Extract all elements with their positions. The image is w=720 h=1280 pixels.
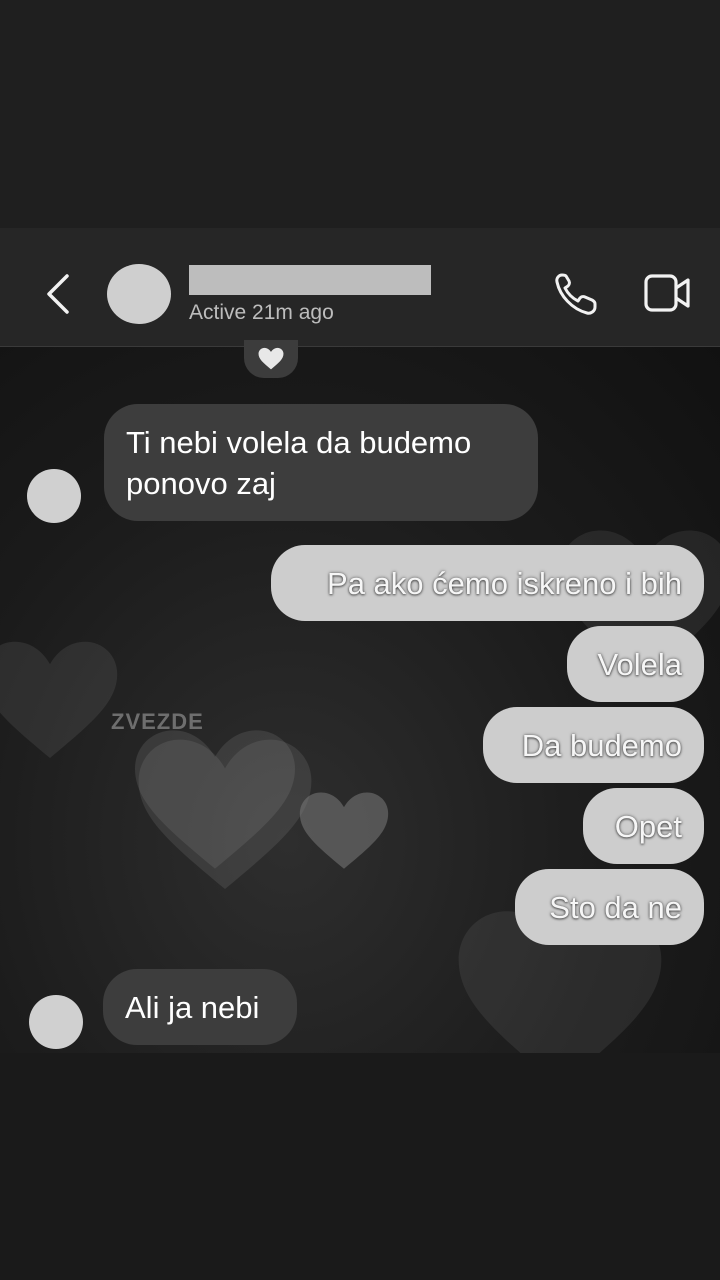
- message-text: Ti nebi volela da budemo ponovo zaj: [126, 424, 472, 501]
- message-text: Da budemo: [521, 727, 682, 763]
- message-sent[interactable]: Volela: [567, 626, 704, 702]
- background-heart-icon: [138, 739, 312, 889]
- message-text: Volela: [597, 646, 682, 682]
- message-text: Ali ja nebi: [125, 989, 260, 1025]
- video-camera-icon: [644, 274, 690, 312]
- back-button[interactable]: [40, 270, 80, 318]
- heart-icon: [258, 347, 284, 370]
- message-text: Opet: [614, 808, 682, 844]
- call-button[interactable]: [552, 270, 602, 318]
- message-text: Sto da ne: [549, 889, 682, 925]
- sender-avatar[interactable]: [27, 469, 81, 523]
- message-sent[interactable]: Opet: [583, 788, 704, 864]
- message-sent[interactable]: Da budemo: [483, 707, 704, 783]
- heart-reaction[interactable]: [244, 340, 298, 378]
- message-received[interactable]: Ali ja nebi: [103, 969, 297, 1045]
- watermark-text: ZVEZDE: [111, 709, 204, 734]
- bottom-blank-area: [0, 1053, 720, 1280]
- message-sent[interactable]: Pa ako ćemo iskreno i bih: [271, 545, 704, 621]
- phone-icon: [555, 273, 597, 315]
- chevron-left-icon: [47, 274, 69, 314]
- contact-avatar[interactable]: [107, 264, 171, 324]
- background-heart-icon: [0, 641, 118, 758]
- video-call-button[interactable]: [642, 270, 694, 318]
- message-text: Pa ako ćemo iskreno i bih: [327, 565, 682, 601]
- message-sent[interactable]: Sto da ne: [515, 869, 704, 945]
- contact-name-redacted[interactable]: [189, 265, 431, 295]
- top-blank-area: [0, 0, 720, 228]
- message-received[interactable]: Ti nebi volela da budemo ponovo zaj: [104, 404, 538, 521]
- sender-avatar[interactable]: [29, 995, 83, 1049]
- active-status: Active 21m ago: [189, 301, 334, 324]
- background-heart-icon: [299, 792, 389, 869]
